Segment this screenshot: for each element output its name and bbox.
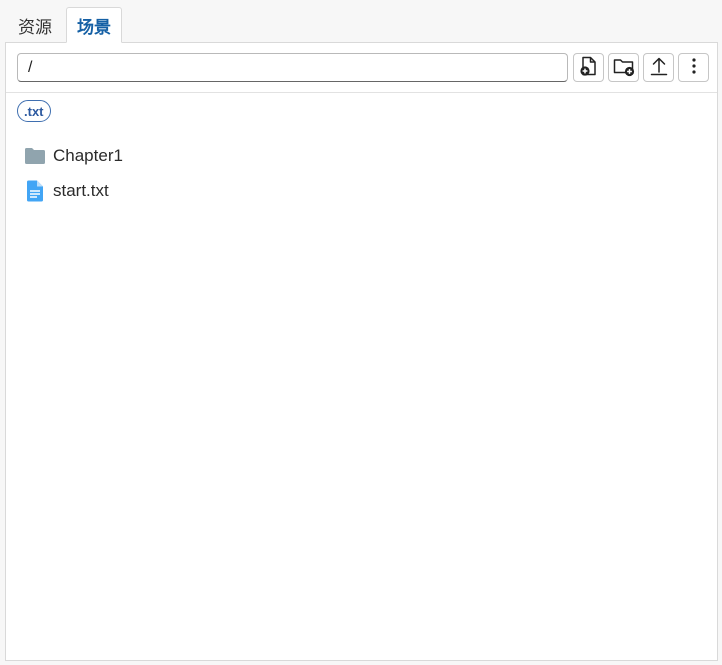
upload-icon (648, 55, 670, 80)
file-type-filter-chip[interactable]: .txt (17, 100, 51, 122)
file-name: Chapter1 (53, 145, 123, 165)
upload-button[interactable] (643, 53, 674, 82)
new-file-button[interactable] (573, 53, 604, 82)
file-list: Chapter1 start.txt (24, 138, 624, 208)
list-item[interactable]: Chapter1 (24, 138, 624, 173)
list-item[interactable]: start.txt (24, 173, 624, 208)
text-file-icon (24, 180, 46, 202)
tab-scenes[interactable]: 场景 (66, 7, 122, 43)
tab-bar: 资源 场景 (0, 0, 722, 43)
new-folder-button[interactable] (608, 53, 639, 82)
more-vertical-icon (683, 55, 705, 80)
toolbar (6, 43, 717, 93)
filter-chip-label: .txt (24, 103, 44, 119)
folder-icon (24, 145, 46, 167)
new-folder-icon (612, 55, 636, 80)
new-file-icon (578, 55, 600, 80)
tab-scenes-label: 场景 (77, 17, 111, 37)
tab-resources-label: 资源 (18, 17, 52, 37)
tab-resources[interactable]: 资源 (8, 8, 62, 42)
file-name: start.txt (53, 180, 109, 200)
file-browser-panel: .txt Chapter1 start.txt (5, 42, 718, 661)
path-input[interactable] (17, 53, 568, 82)
more-options-button[interactable] (678, 53, 709, 82)
